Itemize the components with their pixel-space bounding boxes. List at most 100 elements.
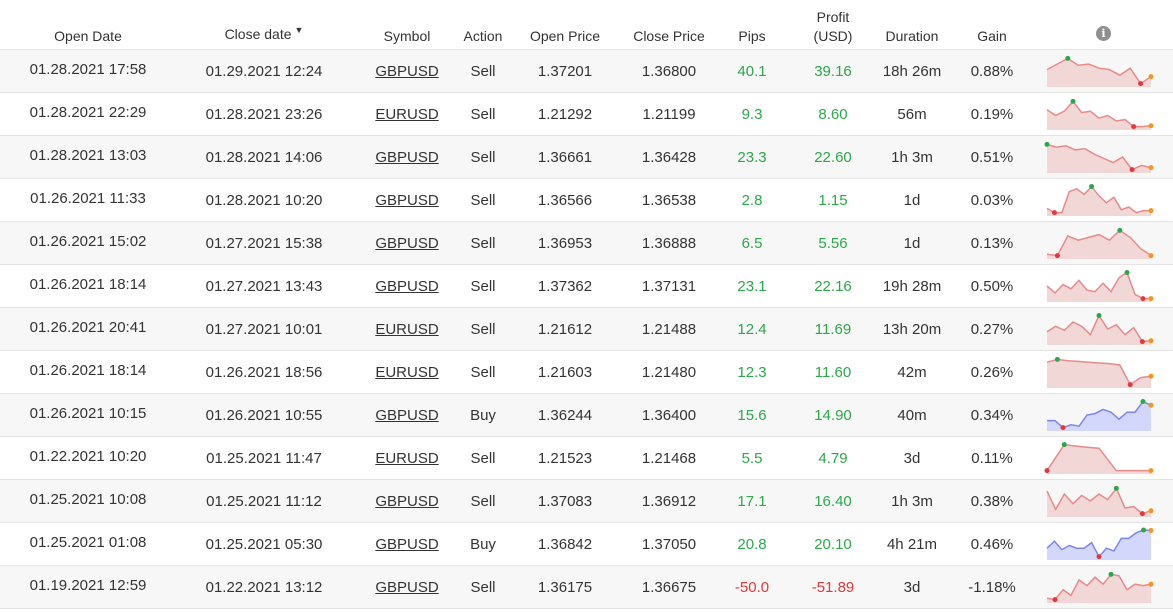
open-date-cell: 01.26.2021 20:41 (29, 318, 147, 336)
profit-cell: 22.16 (814, 277, 852, 295)
gain-cell: 0.13% (970, 234, 1014, 252)
symbol-link[interactable]: EURUSD (375, 450, 438, 467)
symbol-link[interactable]: GBPUSD (375, 149, 438, 166)
pips-cell: 23.3 (712, 136, 792, 178)
duration-cell: 1h 3m (874, 136, 950, 178)
close-price-cell: 1.21488 (626, 308, 712, 350)
close-date-cell: 01.28.2021 23:26 (176, 93, 352, 135)
pips-cell: 9.3 (712, 93, 792, 135)
duration-cell: 40m (874, 394, 950, 436)
table-row[interactable]: 01.25.2021 01:08 01.25.2021 05:30 GBPUSD Bu… (0, 523, 1173, 566)
info-icon[interactable]: i (1096, 26, 1111, 41)
header-close-date[interactable]: Close date ▼ (176, 0, 352, 49)
close-date-cell: 01.25.2021 05:30 (205, 535, 323, 553)
symbol-link[interactable]: GBPUSD (375, 235, 438, 252)
pips-cell: 15.6 (712, 394, 792, 436)
profit-cell: 20.10 (792, 523, 874, 565)
profit-cell: 11.69 (814, 320, 852, 338)
action-cell: Sell (470, 62, 496, 80)
duration-cell: 3d (874, 437, 950, 479)
action-cell: Sell (462, 437, 504, 479)
sparkline-end-marker (1148, 253, 1154, 259)
symbol-link[interactable]: EURUSD (375, 364, 438, 381)
table-row[interactable]: 01.28.2021 17:58 01.29.2021 12:24 GBPUSD Se… (0, 50, 1173, 93)
table-row[interactable]: 01.28.2021 22:29 01.28.2021 23:26 EURUSD Se… (0, 93, 1173, 136)
profit-cell: 16.40 (792, 480, 874, 522)
header-symbol[interactable]: Symbol (352, 0, 462, 49)
table-row[interactable]: 01.26.2021 18:14 01.27.2021 13:43 GBPUSD Se… (0, 265, 1173, 308)
open-price-cell: 1.21612 (504, 308, 626, 350)
symbol-link[interactable]: EURUSD (375, 106, 438, 123)
duration-cell: 4h 21m (886, 535, 938, 553)
trade-sparkline (1046, 184, 1154, 216)
close-date-cell: 01.27.2021 15:38 (176, 222, 352, 264)
close-date-cell: 01.29.2021 12:24 (176, 50, 352, 92)
sparkline-high-marker (1141, 527, 1147, 533)
sparkline-low-marker (1139, 339, 1145, 345)
header-pips[interactable]: Pips (712, 0, 792, 49)
trade-sparkline (1044, 442, 1154, 474)
header-open-date[interactable]: Open Date (0, 0, 176, 49)
profit-cell: 1.15 (792, 179, 874, 221)
close-date-cell: 01.28.2021 10:20 (205, 191, 323, 209)
pips-cell: 12.4 (712, 308, 792, 350)
symbol-link[interactable]: GBPUSD (375, 407, 438, 424)
close-price-cell: 1.36428 (626, 136, 712, 178)
header-gain[interactable]: Gain (950, 0, 1034, 49)
header-action[interactable]: Action (462, 0, 504, 49)
pips-cell: 17.1 (737, 492, 767, 510)
profit-cell: 39.16 (814, 62, 852, 80)
header-close-price[interactable]: Close Price (626, 0, 712, 49)
symbol-link[interactable]: EURUSD (375, 321, 438, 338)
table-row[interactable]: 01.26.2021 10:15 01.26.2021 10:55 GBPUSD Bu… (0, 394, 1173, 437)
open-price-cell: 1.37083 (537, 492, 593, 510)
symbol-link[interactable]: GBPUSD (375, 192, 438, 209)
symbol-link[interactable]: GBPUSD (375, 278, 438, 295)
symbol-link[interactable]: GBPUSD (375, 536, 438, 553)
trade-list: 01.28.2021 17:58 01.29.2021 12:24 GBPUSD Se… (0, 50, 1173, 609)
open-price-cell: 1.36953 (537, 234, 593, 252)
duration-cell: 42m (874, 351, 950, 393)
profit-cell: 8.60 (792, 93, 874, 135)
symbol-link[interactable]: GBPUSD (375, 493, 438, 510)
header-duration[interactable]: Duration (874, 0, 950, 49)
open-price-cell: 1.21612 (537, 320, 593, 338)
header-profit[interactable]: Profit (USD) (792, 0, 874, 49)
close-price-cell: 1.21468 (641, 449, 697, 467)
close-date-cell: 01.27.2021 13:43 (176, 265, 352, 307)
symbol-link[interactable]: GBPUSD (375, 579, 438, 596)
open-date-cell: 01.26.2021 11:33 (30, 189, 146, 207)
close-price-cell: 1.36675 (626, 566, 712, 608)
table-row[interactable]: 01.26.2021 15:02 01.27.2021 15:38 GBPUSD Se… (0, 222, 1173, 265)
sparkline-high-marker (1117, 227, 1123, 233)
pips-cell: 17.1 (712, 480, 792, 522)
header-open-price[interactable]: Open Price (504, 0, 626, 49)
table-row[interactable]: 01.26.2021 11:33 01.28.2021 10:20 GBPUSD Se… (0, 179, 1173, 222)
sparkline-area (1047, 488, 1151, 517)
close-price-cell: 1.36538 (626, 179, 712, 221)
table-row[interactable]: 01.26.2021 20:41 01.27.2021 10:01 EURUSD Se… (0, 308, 1173, 351)
gain-cell: 0.50% (970, 277, 1014, 295)
action-cell: Sell (470, 449, 496, 467)
trade-sparkline (1046, 55, 1154, 87)
table-row[interactable]: 01.26.2021 18:14 01.26.2021 18:56 EURUSD Se… (0, 351, 1173, 394)
action-cell: Buy (462, 523, 504, 565)
symbol-link[interactable]: GBPUSD (375, 63, 438, 80)
table-row[interactable]: 01.19.2021 12:59 01.22.2021 13:12 GBPUSD Se… (0, 566, 1173, 609)
gain-cell: -1.18% (968, 578, 1016, 596)
gain-cell: 0.03% (970, 191, 1014, 209)
open-price-cell: 1.21603 (537, 363, 593, 381)
action-cell: Sell (462, 136, 504, 178)
close-date-cell: 01.27.2021 13:43 (205, 277, 323, 295)
open-price-cell: 1.37201 (504, 50, 626, 92)
table-row[interactable]: 01.22.2021 10:20 01.25.2021 11:47 EURUSD Se… (0, 437, 1173, 480)
sparkline-low-marker (1060, 425, 1066, 431)
pips-cell: 23.3 (737, 148, 767, 166)
table-row[interactable]: 01.28.2021 13:03 01.28.2021 14:06 GBPUSD Se… (0, 136, 1173, 179)
open-price-cell: 1.21292 (537, 105, 593, 123)
open-date-cell: 01.28.2021 22:29 (29, 103, 147, 121)
table-row[interactable]: 01.25.2021 10:08 01.25.2021 11:12 GBPUSD Se… (0, 480, 1173, 523)
trade-sparkline-cell (1034, 394, 1173, 436)
duration-cell: 56m (874, 93, 950, 135)
trade-sparkline-cell (1034, 351, 1173, 393)
